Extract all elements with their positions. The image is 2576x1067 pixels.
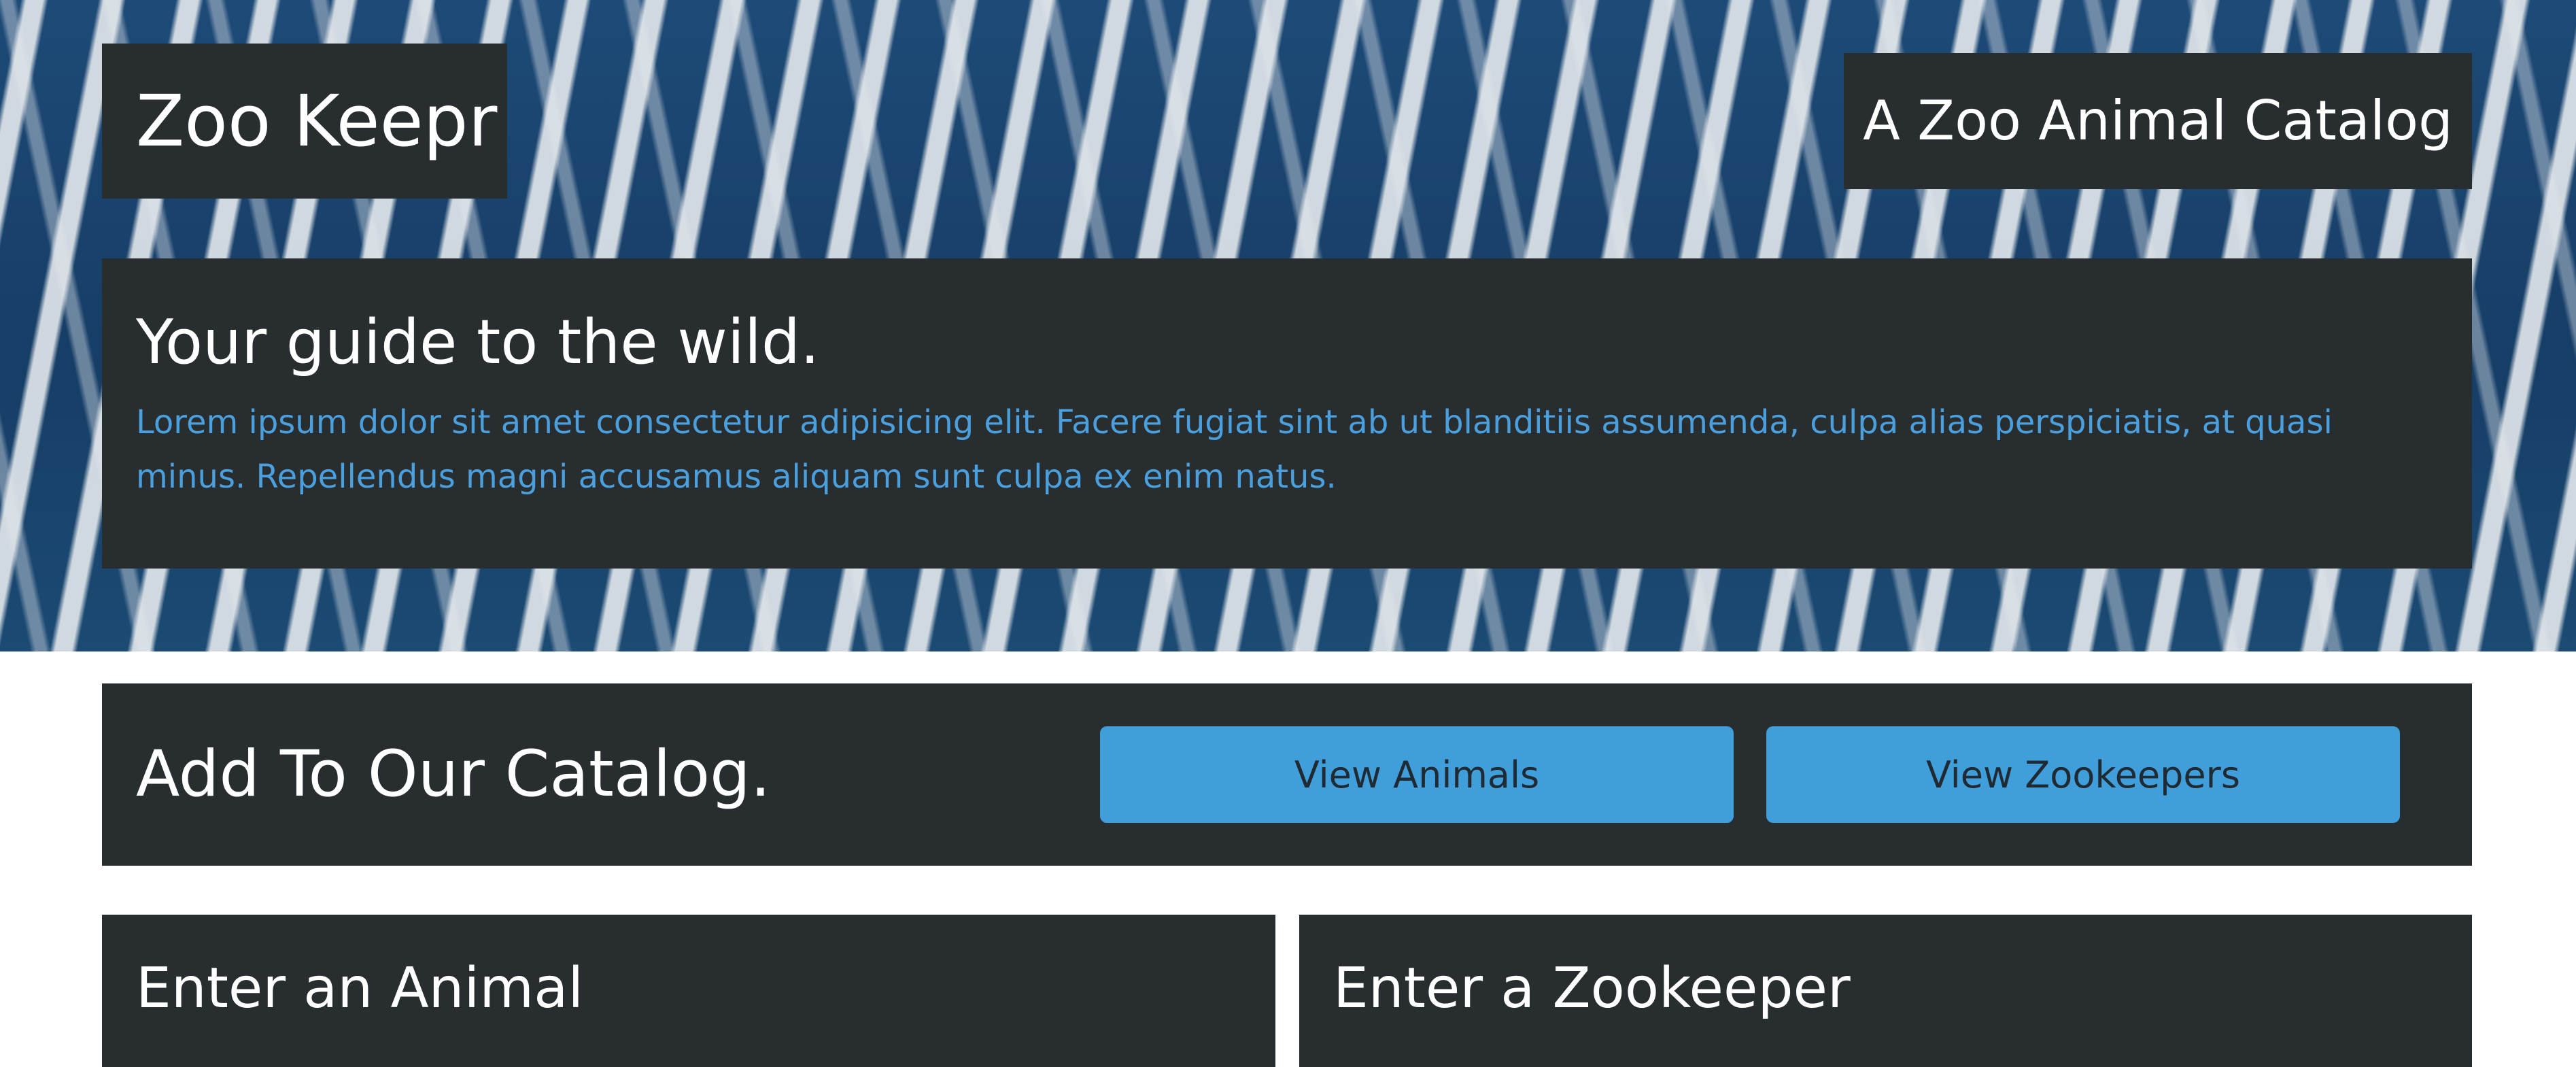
intro-panel: Your guide to the wild. Lorem ipsum dolo… (102, 258, 2472, 569)
tagline-box: A Zoo Animal Catalog (1844, 53, 2472, 189)
intro-text: Lorem ipsum dolor sit amet consectetur a… (136, 403, 2333, 496)
catalog-bar: Add To Our Catalog. View Animals View Zo… (102, 683, 2472, 866)
zookeeper-form-title: Enter a Zookeeper (1333, 956, 1851, 1021)
view-zookeepers-button[interactable]: View Zookeepers (1766, 726, 2400, 823)
site-title[interactable]: Zoo Keepr (136, 86, 497, 156)
view-animals-button[interactable]: View Animals (1100, 726, 1734, 823)
brand-box: Zoo Keepr (102, 44, 507, 199)
hero-banner: Zoo Keepr A Zoo Animal Catalog Your guid… (0, 0, 2576, 651)
animal-form-panel: Enter an Animal (102, 915, 1275, 1067)
animal-form-title: Enter an Animal (136, 956, 584, 1021)
catalog-title: Add To Our Catalog. (136, 737, 771, 811)
site-tagline: A Zoo Animal Catalog (1863, 89, 2453, 152)
intro-heading: Your guide to the wild. (136, 307, 820, 378)
zookeeper-form-panel: Enter a Zookeeper (1299, 915, 2472, 1067)
